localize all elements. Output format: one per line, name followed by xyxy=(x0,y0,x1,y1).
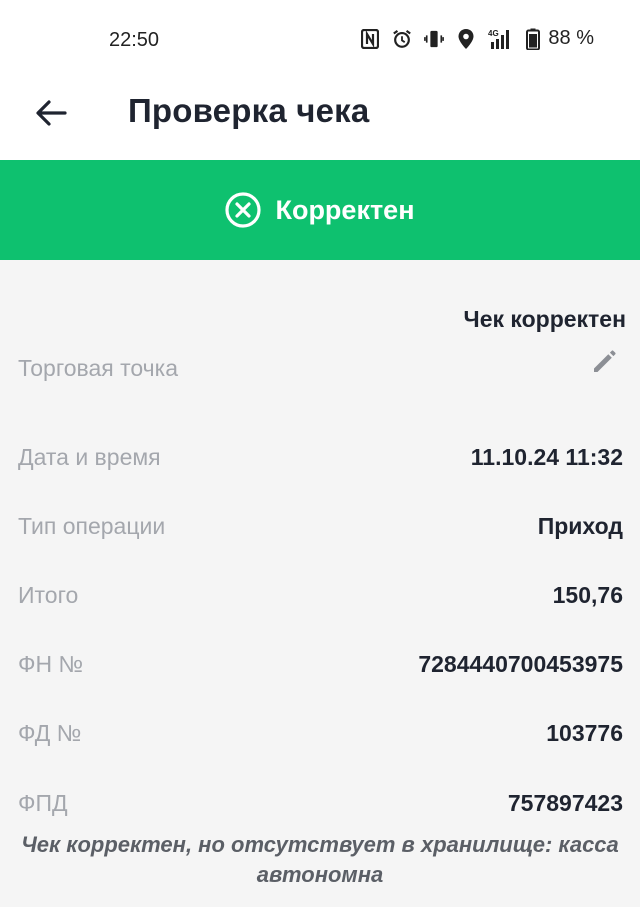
field-value: Приход xyxy=(537,513,623,539)
field-label: Тип операции xyxy=(18,513,166,539)
arrow-left-icon xyxy=(35,99,67,132)
nfc-icon xyxy=(360,28,380,50)
status-icons: 4G 88 % xyxy=(360,27,594,50)
field-label: Дата и время xyxy=(18,444,161,470)
location-icon xyxy=(456,28,476,50)
edit-shop-button[interactable] xyxy=(590,348,620,378)
status-banner: Корректен xyxy=(0,160,640,260)
field-value: 150,76 xyxy=(552,582,623,608)
field-row-total: Итого 150,76 xyxy=(0,576,640,616)
vibrate-icon xyxy=(424,28,445,50)
field-label: ФД № xyxy=(18,720,82,746)
status-time: 22:50 xyxy=(109,29,160,51)
field-value: 11.10.24 11:32 xyxy=(470,444,623,470)
svg-text:4G: 4G xyxy=(488,29,499,38)
field-value: 7284440700453975 xyxy=(418,651,623,677)
back-button[interactable] xyxy=(28,92,74,138)
pencil-icon xyxy=(591,347,619,380)
signal-4g-icon: 4G xyxy=(488,28,514,50)
field-label: ФН № xyxy=(18,651,84,677)
field-row-fn: ФН № 7284440700453975 xyxy=(0,645,640,685)
field-value: 103776 xyxy=(546,720,623,746)
status-bar: 22:50 4G 88 % xyxy=(0,0,640,78)
battery-icon xyxy=(526,28,541,50)
field-label: ФПД xyxy=(18,790,68,816)
field-row-fpd: ФПД 757897423 xyxy=(0,784,640,824)
receipt-details: Чек корректен Торговая точка Дата и врем… xyxy=(0,260,640,907)
shop-name: Чек корректен xyxy=(463,306,626,332)
receipt-note: Чек корректен, но отсутствует в хранилищ… xyxy=(21,832,619,887)
circle-x-icon xyxy=(225,192,262,228)
field-value: 757897423 xyxy=(507,790,623,816)
app-bar: Проверка чека xyxy=(0,78,640,160)
field-row-fd: ФД № 103776 xyxy=(0,714,640,754)
field-row-datetime: Дата и время 11.10.24 11:32 xyxy=(0,438,640,478)
shop-label: Торговая точка xyxy=(18,355,179,381)
field-label: Итого xyxy=(18,582,79,608)
field-row-operation-type: Тип операции Приход xyxy=(0,507,640,547)
battery-percent: 88 % xyxy=(548,27,594,49)
alarm-icon xyxy=(392,28,412,50)
page-title: Проверка чека xyxy=(128,92,370,129)
banner-status-text: Корректен xyxy=(275,194,415,225)
